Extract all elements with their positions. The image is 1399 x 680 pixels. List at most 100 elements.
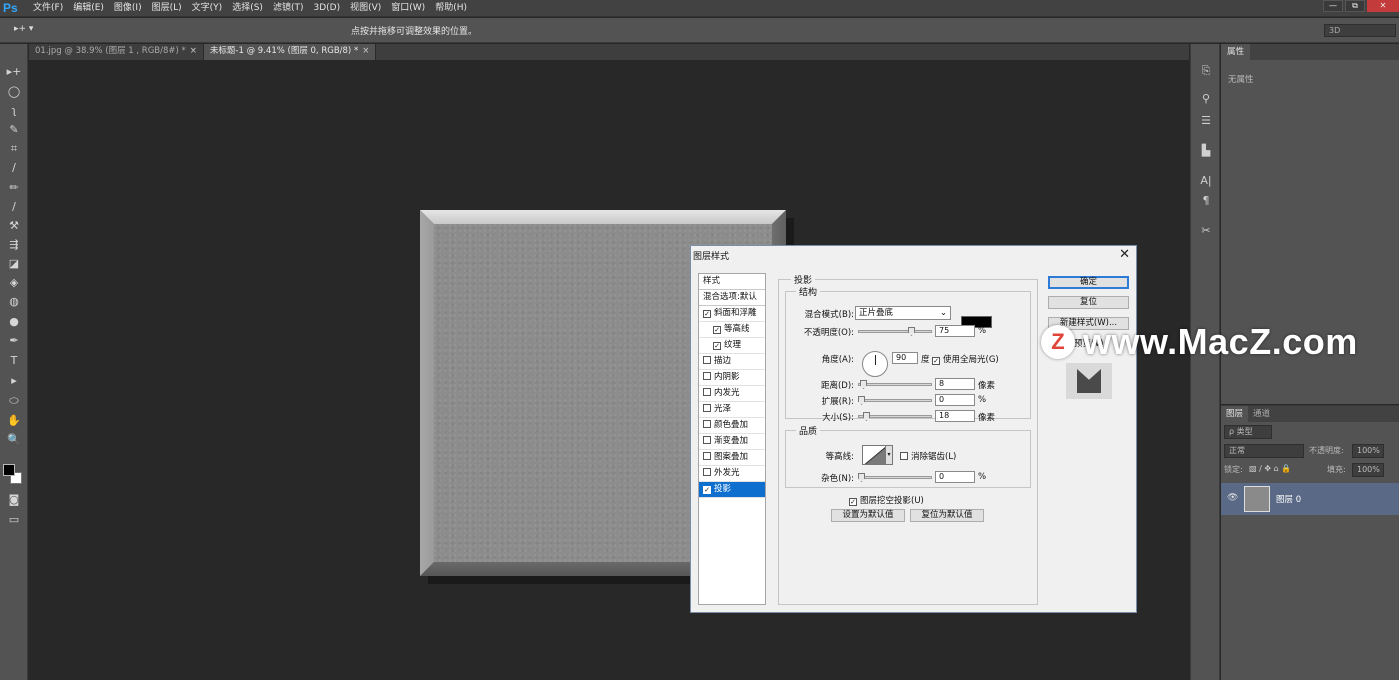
lasso-icon[interactable]: ʅ <box>5 103 23 119</box>
distance-input[interactable]: 8 <box>935 378 975 390</box>
quick-select-icon[interactable]: ✎ <box>5 122 23 138</box>
lock-icons[interactable]: ▧ ∕ ✥ ⌂ 🔒 <box>1249 464 1291 478</box>
menu-image[interactable]: 图像(I) <box>114 0 142 17</box>
style-list-item[interactable]: ✓ 等高线 <box>699 322 765 338</box>
style-list-item[interactable]: 图案叠加 <box>699 450 765 466</box>
menu-edit[interactable]: 编辑(E) <box>73 0 104 17</box>
foreground-color-swatch[interactable] <box>3 464 15 476</box>
style-list-item[interactable]: ✓ 斜面和浮雕 <box>699 306 765 322</box>
layer-row[interactable]: 👁 图层 0 <box>1221 483 1399 515</box>
menu-type[interactable]: 文字(Y) <box>192 0 223 17</box>
menu-window[interactable]: 窗口(W) <box>391 0 425 17</box>
reset-button[interactable]: 复位 <box>1048 296 1129 309</box>
marquee-icon[interactable]: ◯ <box>5 84 23 100</box>
angle-dial[interactable] <box>862 351 888 377</box>
style-list-item[interactable]: 外发光 <box>699 466 765 482</box>
brush-preset-icon[interactable]: ⚲ <box>1198 92 1214 106</box>
blend-mode-dropdown[interactable]: 正片叠底 ⌄ <box>855 306 951 320</box>
checkbox-icon[interactable] <box>703 468 711 476</box>
opacity-input[interactable]: 75 <box>935 325 975 337</box>
distance-slider[interactable] <box>858 380 932 389</box>
history-icon[interactable]: ⎘ <box>1198 64 1214 78</box>
pen-icon[interactable]: ✒ <box>5 333 23 349</box>
opacity-slider[interactable] <box>858 327 932 336</box>
clone-source-icon[interactable]: ▙ <box>1198 144 1214 158</box>
crop-icon[interactable]: ⌗ <box>5 141 23 157</box>
spread-slider-thumb[interactable] <box>858 396 865 405</box>
menu-view[interactable]: 视图(V) <box>350 0 381 17</box>
tab-close-icon[interactable]: × <box>362 46 369 56</box>
style-list-item[interactable]: 混合选项:默认 <box>699 290 765 306</box>
style-list-item[interactable]: 描边 <box>699 354 765 370</box>
style-list-item[interactable]: 颜色叠加 <box>699 418 765 434</box>
angle-input[interactable]: 90 <box>892 352 918 364</box>
menu-select[interactable]: 选择(S) <box>232 0 263 17</box>
checkbox-icon[interactable] <box>703 452 711 460</box>
distance-slider-thumb[interactable] <box>860 380 867 389</box>
eraser-icon[interactable]: ◪ <box>5 256 23 272</box>
style-list-item[interactable]: ✓ 纹理 <box>699 338 765 354</box>
dodge-icon[interactable]: ● <box>5 314 23 330</box>
minimize-button[interactable]: — <box>1323 0 1343 12</box>
history-brush-icon[interactable]: ⇶ <box>5 237 23 253</box>
contour-dropdown-arrow[interactable]: ▾ <box>886 445 893 465</box>
blend-mode-select[interactable]: 正常 <box>1224 444 1304 458</box>
checkbox-icon[interactable]: ✓ <box>713 342 721 350</box>
antialias-checkbox[interactable]: 消除锯齿(L) <box>900 450 956 462</box>
global-light-checkbox[interactable]: ✓ 使用全局光(G) <box>932 353 999 365</box>
style-list-item[interactable]: 光泽 <box>699 402 765 418</box>
opacity-input[interactable]: 100% <box>1352 444 1384 458</box>
checkbox-icon[interactable]: ✓ <box>713 326 721 334</box>
tool-presets-icon[interactable]: ✂ <box>1198 224 1214 238</box>
checkbox-icon[interactable] <box>703 356 711 364</box>
menu-help[interactable]: 帮助(H) <box>435 0 467 17</box>
tab-channels[interactable]: 通道 <box>1248 406 1275 422</box>
healing-brush-icon[interactable]: ✏ <box>5 180 23 196</box>
opacity-slider-thumb[interactable] <box>908 327 915 336</box>
move-icon[interactable]: ▸+ <box>5 64 23 80</box>
knockout-checkbox[interactable]: ✓ 图层挖空投影(U) <box>849 494 924 506</box>
spread-slider[interactable] <box>858 396 932 405</box>
dialog-close-icon[interactable]: ✕ <box>1119 247 1130 262</box>
style-list-item[interactable]: 样式 <box>699 274 765 290</box>
blur-icon[interactable]: ◍ <box>5 294 23 310</box>
menu-filter[interactable]: 滤镜(T) <box>273 0 304 17</box>
spread-input[interactable]: 0 <box>935 394 975 406</box>
tab-properties[interactable]: 属性 <box>1221 44 1251 60</box>
quick-mask-icon[interactable]: ◙ <box>5 492 23 508</box>
noise-slider[interactable] <box>858 473 932 482</box>
reset-default-button[interactable]: 复位为默认值 <box>910 509 984 522</box>
shape-icon[interactable]: ⬭ <box>5 393 23 409</box>
ok-button[interactable]: 确定 <box>1048 276 1129 289</box>
tab-close-icon[interactable]: × <box>190 46 197 56</box>
size-slider-thumb[interactable] <box>863 412 870 421</box>
layer-filter-select[interactable]: ρ 类型 <box>1224 425 1272 439</box>
noise-input[interactable]: 0 <box>935 471 975 483</box>
workspace-select[interactable]: 3D <box>1324 24 1396 37</box>
style-list-item[interactable]: 内阴影 <box>699 370 765 386</box>
restore-button[interactable]: ⧉ <box>1345 0 1365 12</box>
style-list-item[interactable]: 内发光 <box>699 386 765 402</box>
size-slider[interactable] <box>858 412 932 421</box>
menu-file[interactable]: 文件(F) <box>33 0 63 17</box>
screen-mode-icon[interactable]: ▭ <box>5 512 23 528</box>
tool-preset-picker[interactable]: ▸+ ▾ <box>14 24 42 37</box>
text-icon[interactable]: T <box>5 353 23 369</box>
eyedropper-icon[interactable]: ∕ <box>5 160 23 176</box>
stamp-icon[interactable]: ⚒ <box>5 218 23 234</box>
menu-3d[interactable]: 3D(D) <box>313 0 340 17</box>
paint-bucket-icon[interactable]: ◈ <box>5 275 23 291</box>
checkbox-icon[interactable]: ✓ <box>703 310 711 318</box>
brush-icon[interactable]: ∕ <box>5 199 23 215</box>
checkbox-icon[interactable]: ✓ <box>703 486 711 494</box>
adjustments-icon[interactable]: ☰ <box>1198 114 1214 128</box>
checkbox-icon[interactable] <box>703 420 711 428</box>
layer-name[interactable]: 图层 0 <box>1276 493 1301 505</box>
contour-picker[interactable] <box>862 445 886 465</box>
noise-slider-thumb[interactable] <box>858 473 865 482</box>
checkbox-icon[interactable] <box>703 436 711 444</box>
checkbox-icon[interactable] <box>703 404 711 412</box>
checkbox-icon[interactable] <box>703 388 711 396</box>
tab-layers[interactable]: 图层 <box>1221 406 1249 422</box>
tab-01-jpg[interactable]: 01.jpg @ 38.9% (图层 1 , RGB/8#) * × <box>29 44 204 60</box>
